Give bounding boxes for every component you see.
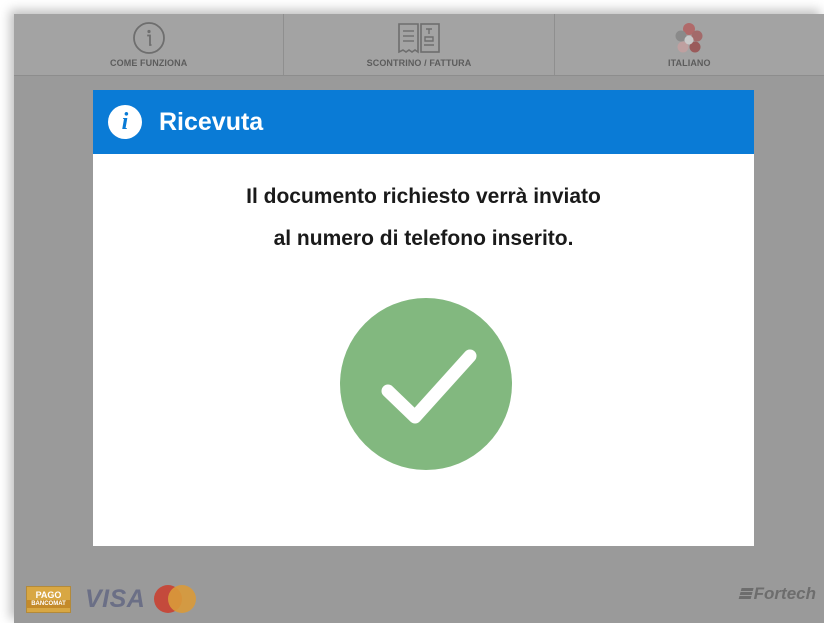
pagobancomat-logo: PAGO BANCOMAT — [26, 585, 71, 613]
mastercard-icon — [154, 585, 197, 613]
message-line: Il documento richiesto verrà inviato — [246, 185, 601, 208]
nav-how-it-works[interactable]: COME FUNZIONA — [14, 14, 285, 75]
nav-language[interactable]: ITALIANO — [555, 14, 824, 75]
info-icon: i — [108, 105, 142, 139]
brand-name: Fortech — [753, 584, 816, 603]
receipt-dialog: i Ricevuta Il documento richiesto verrà … — [93, 90, 754, 546]
receipt-icon — [396, 21, 442, 55]
top-navigation-bar: COME FUNZIONA SCONTRINO / FATTURA ITALIA… — [14, 14, 824, 76]
nav-label: SCONTRINO / FATTURA — [366, 58, 472, 68]
message-line: al numero di telefono inserito. — [273, 227, 574, 250]
info-icon — [132, 21, 166, 55]
brand-mark-icon — [738, 588, 754, 600]
payment-methods: PAGO BANCOMAT VISA — [26, 584, 197, 614]
nav-label: ITALIANO — [668, 58, 711, 68]
checkmark-icon — [340, 298, 512, 470]
visa-logo: VISA — [85, 584, 146, 613]
dialog-header: i Ricevuta — [93, 90, 754, 154]
dialog-title: Ricevuta — [159, 107, 264, 136]
brand-logo: Fortech — [738, 584, 816, 604]
dialog-message: Il documento richiesto verrà inviato al … — [93, 176, 754, 260]
bancomat-text-top: PAGO — [35, 590, 62, 600]
bancomat-text-bottom: BANCOMAT — [27, 600, 70, 608]
nav-label: COME FUNZIONA — [110, 58, 188, 68]
kiosk-screen: COME FUNZIONA SCONTRINO / FATTURA ITALIA… — [14, 14, 824, 623]
language-flags-icon — [671, 21, 707, 55]
nav-receipt-invoice[interactable]: SCONTRINO / FATTURA — [284, 14, 555, 75]
